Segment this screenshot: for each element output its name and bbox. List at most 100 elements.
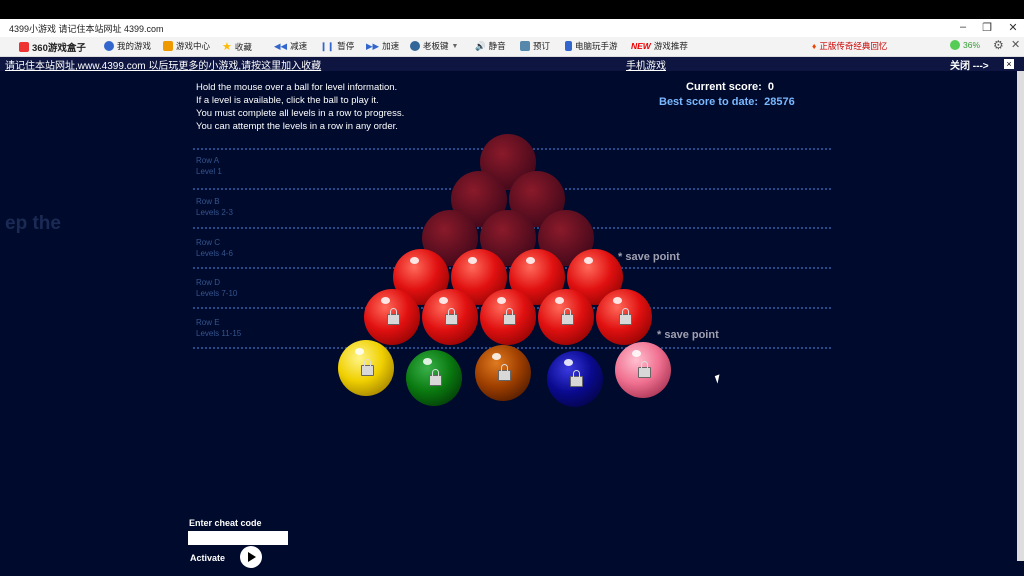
mobile-games-link[interactable]: 手机游戏: [626, 57, 666, 72]
best-score-value: 28576: [764, 96, 795, 108]
gamepad-icon: [19, 42, 29, 52]
padlock-icon: [503, 308, 516, 326]
row-name: Row B: [196, 197, 220, 206]
game-box-label: 360游戏盒子: [32, 43, 86, 54]
mute-button[interactable]: 🔊 静音: [475, 40, 506, 52]
row-levels: Levels 7-10: [196, 289, 238, 298]
row-levels: Levels 11-15: [196, 329, 242, 338]
reserve-label: 预订: [533, 41, 551, 51]
padlock-icon: [498, 364, 511, 382]
ball-level-15[interactable]: [596, 289, 652, 345]
ball-highlight: [496, 296, 506, 304]
game-center-button[interactable]: 游戏中心: [163, 40, 210, 52]
game-area: ep the Hold the mouse over a ball for le…: [0, 71, 1024, 576]
promo-link[interactable]: ♦ 正版传奇经典回忆: [812, 40, 887, 52]
padlock-icon: [445, 308, 458, 326]
notice-close-icon[interactable]: ×: [1004, 59, 1014, 69]
rewind-icon: ◀◀: [274, 40, 288, 51]
battery-label: 36%: [963, 40, 981, 50]
window-title-bar: 4399小游戏 请记住本站网址 4399.com – ❐ ✕: [0, 19, 1024, 37]
pause-label: 暂停: [337, 41, 355, 51]
toolbar-close-icon[interactable]: ✕: [1011, 38, 1020, 51]
ball-highlight: [409, 256, 419, 264]
browser-toolbar: 360游戏盒子 我的游戏 游戏中心 ★ 收藏 ◀◀ 减速 ❙❙ 暂停 ▶▶ 加速 老板键…: [0, 37, 1024, 57]
boss-key-label: 老板键: [423, 41, 449, 51]
settings-gear-icon[interactable]: ⚙: [993, 38, 1004, 52]
ball-highlight: [612, 296, 622, 304]
ball-level-13[interactable]: [480, 289, 536, 345]
user-icon: [104, 41, 114, 51]
boss-key-button[interactable]: 老板键 ▼: [410, 40, 458, 52]
padlock-icon: [561, 308, 574, 326]
close-icon[interactable]: ✕: [1004, 21, 1022, 34]
current-score: Current score: 0: [686, 81, 774, 93]
speed-up-label: 加速: [382, 41, 400, 51]
row-name: Row D: [196, 278, 221, 287]
close-notice-link[interactable]: 关闭 --->: [950, 57, 989, 72]
ball-green[interactable]: [406, 350, 462, 406]
game-recommend-button[interactable]: NEW 游戏推荐: [631, 40, 688, 52]
ball-level-11[interactable]: [364, 289, 420, 345]
best-score-label: Best score to date:: [659, 96, 759, 108]
ball-highlight: [354, 347, 364, 355]
speed-up-button[interactable]: ▶▶ 加速: [366, 40, 399, 52]
current-score-label: Current score:: [686, 81, 762, 93]
promo-label: 正版传奇经典回忆: [819, 41, 888, 51]
row-label-b: Row B Levels 2-3: [196, 196, 233, 218]
ball-highlight: [563, 358, 573, 366]
ball-blue[interactable]: [547, 351, 603, 407]
activate-play-button[interactable]: [240, 546, 262, 568]
row-name: Row C: [196, 238, 221, 247]
ball-pink[interactable]: [615, 342, 671, 398]
favorite-button[interactable]: ★ 收藏: [222, 40, 252, 53]
notice-bar: 请记住本站网址,www.4399.com 以后玩更多的小游戏,请按这里加入收藏 …: [0, 57, 1024, 72]
row-levels: Level 1: [196, 167, 222, 176]
row-name: Row E: [196, 318, 220, 327]
battery-icon: [950, 40, 960, 50]
padlock-icon: [429, 369, 442, 387]
ball-brown[interactable]: [475, 345, 531, 401]
new-badge: NEW: [631, 41, 651, 51]
instruction-line: You must complete all levels in a row to…: [196, 108, 405, 119]
slow-down-button[interactable]: ◀◀ 减速: [274, 40, 307, 52]
ball-highlight: [631, 349, 641, 357]
mute-label: 静音: [488, 41, 506, 51]
cheat-code-input[interactable]: [188, 531, 288, 545]
ball-highlight: [525, 256, 535, 264]
padlock-icon: [361, 359, 374, 377]
instruction-line: Hold the mouse over a ball for level inf…: [196, 82, 398, 93]
padlock-icon: [619, 308, 632, 326]
battery-indicator: 36%: [950, 40, 980, 50]
game-recommend-label: 游戏推荐: [653, 41, 688, 51]
row-label-c: Row C Levels 4-6: [196, 237, 233, 259]
row-label-a: Row A Level 1: [196, 155, 222, 177]
pause-button[interactable]: ❙❙ 暂停: [320, 40, 354, 52]
ball-level-12[interactable]: [422, 289, 478, 345]
ball-level-14[interactable]: [538, 289, 594, 345]
slow-down-label: 减速: [290, 41, 308, 51]
restore-icon[interactable]: ❐: [978, 21, 996, 34]
padlock-icon: [570, 370, 583, 388]
bookmark-icon: [520, 41, 530, 51]
boss-key-icon: [410, 41, 420, 51]
current-score-value: 0: [767, 81, 775, 93]
dropdown-arrow-icon[interactable]: ▼: [452, 43, 459, 50]
ball-highlight: [583, 256, 593, 264]
row-label-d: Row D Levels 7-10: [196, 277, 237, 299]
window-title: 4399小游戏 请记住本站网址 4399.com: [9, 24, 164, 34]
minimize-icon[interactable]: –: [954, 21, 972, 33]
favorite-label: 收藏: [234, 41, 252, 52]
reserve-button[interactable]: 预订: [520, 40, 550, 52]
ball-highlight: [554, 296, 564, 304]
game-box-button[interactable]: 360游戏盒子: [19, 40, 86, 54]
instruction-line: You can attempt the levels in a row in a…: [196, 121, 398, 132]
save-point-label: * save point: [618, 251, 680, 263]
row-label-e: Row E Levels 11-15: [196, 317, 241, 339]
my-games-button[interactable]: 我的游戏: [104, 40, 151, 52]
ball-highlight: [438, 296, 448, 304]
game-center-label: 游戏中心: [176, 41, 211, 51]
bookmark-notice-link[interactable]: 请记住本站网址,www.4399.com 以后玩更多的小游戏,请按这里加入收藏: [5, 57, 321, 72]
pc-mobile-games-button[interactable]: 电脑玩手游: [565, 40, 618, 52]
ball-yellow[interactable]: [338, 340, 394, 396]
scrollbar[interactable]: [1017, 71, 1024, 561]
